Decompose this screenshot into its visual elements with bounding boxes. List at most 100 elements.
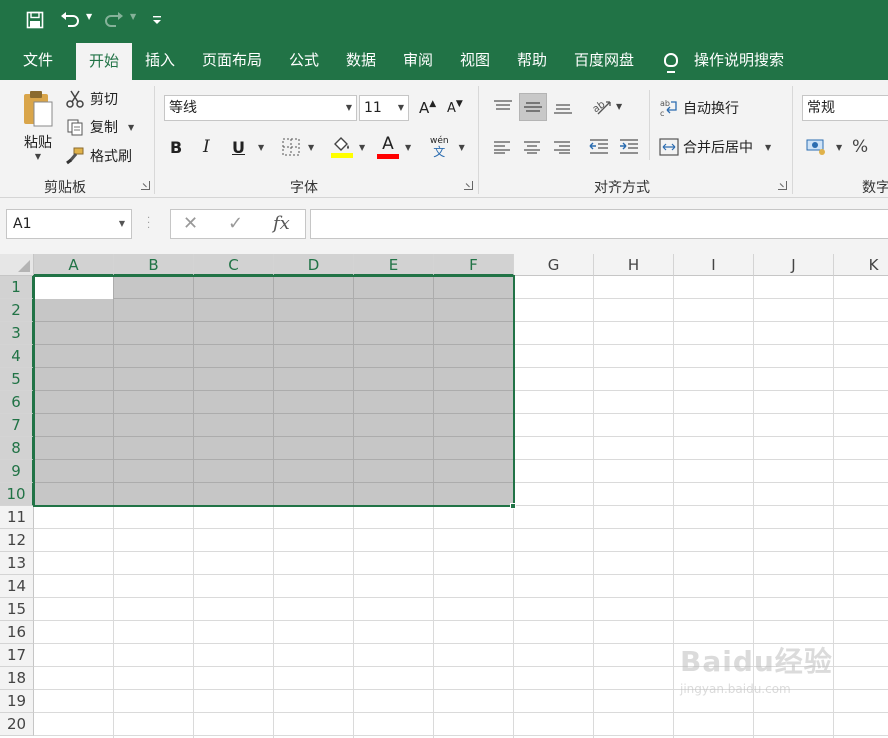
format-painter-button[interactable]: 格式刷 [66,145,132,167]
tab-home[interactable]: 开始 [76,43,132,80]
font-name-dropdown-icon[interactable]: ▼ [346,96,352,120]
column-header-d[interactable]: D [274,254,354,276]
column-header-j[interactable]: J [754,254,834,276]
save-icon[interactable] [24,8,46,32]
undo-dropdown-icon[interactable]: ▼ [86,12,92,21]
name-box[interactable]: A1 ▼ [6,209,132,239]
drag-handle-icon[interactable]: · · · [147,214,151,234]
orientation-dropdown-icon[interactable]: ▼ [616,102,622,111]
copy-button[interactable]: 复制 ▼ [66,116,134,138]
column-header-a[interactable]: A [34,254,114,276]
align-bottom-button[interactable] [553,96,575,118]
redo-dropdown-icon[interactable]: ▼ [130,12,136,21]
tell-me-search[interactable]: 操作说明搜索 [664,40,784,80]
row-header-10[interactable]: 10 [0,483,34,506]
row-header-15[interactable]: 15 [0,598,34,621]
tab-insert[interactable]: 插入 [136,40,184,80]
merge-center-dropdown-icon[interactable]: ▼ [765,143,771,152]
accounting-format-button[interactable]: ▼ [806,136,842,158]
font-launcher-icon[interactable] [464,181,473,190]
font-size-dropdown-icon[interactable]: ▼ [398,96,404,120]
row-header-13[interactable]: 13 [0,552,34,575]
align-top-button[interactable] [493,96,515,118]
row-header-20[interactable]: 20 [0,713,34,736]
fill-color-dropdown-icon[interactable]: ▼ [359,143,365,152]
wrap-text-button[interactable]: ab c 自动换行 [659,96,739,120]
align-center-button[interactable] [523,138,545,156]
tab-formulas[interactable]: 公式 [280,40,328,80]
tab-page-layout[interactable]: 页面布局 [194,40,270,80]
accounting-dropdown-icon[interactable]: ▼ [836,143,842,152]
phonetic-guide-button[interactable]: wén 文 ▼ [430,134,465,160]
row-header-6[interactable]: 6 [0,391,34,414]
name-box-dropdown-icon[interactable]: ▼ [119,210,125,238]
row-header-16[interactable]: 16 [0,621,34,644]
tab-review[interactable]: 审阅 [394,40,442,80]
tab-baidu-netdisk[interactable]: 百度网盘 [566,40,642,80]
phonetic-dropdown-icon[interactable]: ▼ [459,143,465,152]
tab-data[interactable]: 数据 [337,40,385,80]
tab-file[interactable]: 文件 [10,40,66,80]
enter-icon[interactable]: ✓ [228,213,243,234]
row-header-1[interactable]: 1 [0,276,34,299]
column-header-k[interactable]: K [834,254,888,276]
row-header-18[interactable]: 18 [0,667,34,690]
select-all-button[interactable] [0,254,34,276]
font-color-button[interactable]: A ▼ [377,134,411,160]
row-header-3[interactable]: 3 [0,322,34,345]
tab-view[interactable]: 视图 [451,40,499,80]
paste-button[interactable]: 粘贴 ▼ [16,88,60,168]
column-header-i[interactable]: I [674,254,754,276]
redo-icon[interactable] [102,8,126,32]
tab-help[interactable]: 帮助 [508,40,556,80]
row-gridline [34,574,888,575]
row-header-8[interactable]: 8 [0,437,34,460]
fill-color-button[interactable]: ▼ [331,134,365,160]
clipboard-launcher-icon[interactable] [141,181,150,190]
formula-input[interactable] [310,209,888,239]
row-header-5[interactable]: 5 [0,368,34,391]
bold-button[interactable]: B [170,136,186,158]
underline-dropdown-icon[interactable]: ▼ [258,143,264,152]
number-format-combo[interactable]: 常规 [802,95,888,121]
font-color-dropdown-icon[interactable]: ▼ [405,143,411,152]
row-header-11[interactable]: 11 [0,506,34,529]
merge-center-button[interactable]: 合并后居中 ▼ [659,135,771,159]
insert-function-icon[interactable]: fx [273,213,290,234]
underline-button[interactable]: U [232,136,245,158]
fill-handle[interactable] [510,503,516,509]
undo-icon[interactable] [58,8,82,32]
increase-indent-button[interactable] [619,137,641,157]
customize-qat-icon[interactable] [150,8,164,32]
borders-button[interactable]: ▼ [282,137,314,157]
shrink-font-button[interactable]: A ▼ [447,98,463,118]
row-header-4[interactable]: 4 [0,345,34,368]
column-header-b[interactable]: B [114,254,194,276]
column-header-g[interactable]: G [514,254,594,276]
cancel-icon[interactable]: ✕ [183,213,198,234]
grow-font-button[interactable]: A ▲ [419,98,436,118]
font-size-combo[interactable]: 11 ▼ [359,95,409,121]
align-middle-button[interactable] [519,93,547,121]
row-header-17[interactable]: 17 [0,644,34,667]
column-header-c[interactable]: C [194,254,274,276]
orientation-button[interactable]: ab ▼ [590,95,622,117]
column-header-e[interactable]: E [354,254,434,276]
italic-button[interactable]: I [203,136,219,158]
row-header-7[interactable]: 7 [0,414,34,437]
column-header-h[interactable]: H [594,254,674,276]
borders-dropdown-icon[interactable]: ▼ [308,143,314,152]
cut-button[interactable]: 剪切 [66,88,118,110]
font-name-combo[interactable]: 等线 ▼ [164,95,357,121]
alignment-launcher-icon[interactable] [778,181,787,190]
row-header-12[interactable]: 12 [0,529,34,552]
align-right-button[interactable] [553,138,575,156]
decrease-indent-button[interactable] [589,137,611,157]
percent-button[interactable]: % [852,136,868,158]
align-left-button[interactable] [493,138,515,156]
column-header-f[interactable]: F [434,254,514,276]
row-header-9[interactable]: 9 [0,460,34,483]
row-header-14[interactable]: 14 [0,575,34,598]
row-header-19[interactable]: 19 [0,690,34,713]
row-header-2[interactable]: 2 [0,299,34,322]
